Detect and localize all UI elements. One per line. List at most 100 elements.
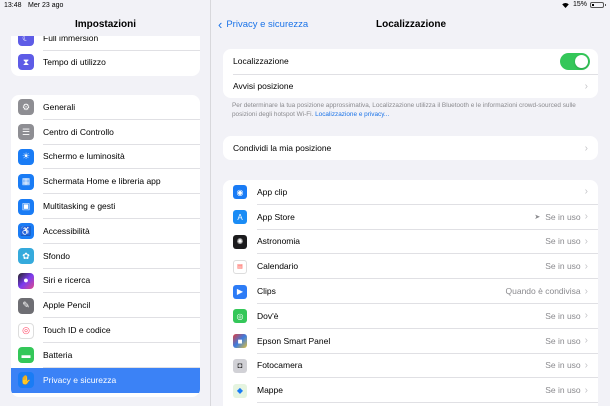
sidebar-item-apple-pencil[interactable]: ✎ Apple Pencil — [11, 293, 200, 319]
app-row-clips[interactable]: ▶ Clips Quando è condivisa › — [223, 279, 598, 304]
sidebar-item-label: Tempo di utilizzo — [43, 57, 106, 68]
sidebar-item-touch-id[interactable]: ◎ Touch ID e codice — [11, 318, 200, 343]
sidebar-item-label: Privacy e sicurezza — [43, 375, 117, 386]
app-row-astronomy[interactable]: ✺ Astronomia Se in uso › — [223, 230, 598, 255]
chevron-right-icon: › — [584, 304, 598, 329]
sidebar-item-label: Schermata Home e libreria app — [43, 169, 200, 195]
app-row-epson[interactable]: ■ Epson Smart Panel Se in uso › — [223, 329, 598, 354]
accessibility-icon: ♿ — [18, 223, 34, 240]
sidebar-item-privacy[interactable]: ✋ Privacy e sicurezza — [11, 367, 200, 393]
app-permission: Se in uso — [545, 304, 585, 329]
app-name: Dov'è — [257, 304, 546, 329]
astronomy-icon: ✺ — [233, 234, 247, 249]
battery-fill — [592, 3, 594, 6]
app-permission: Se in uso — [545, 329, 585, 354]
share-location-card: Condividi la mia posizione › — [223, 136, 598, 160]
chevron-right-icon: › — [584, 142, 588, 154]
sidebar-title: Impostazioni — [74, 19, 137, 30]
sidebar-item-multitasking[interactable]: ▣ Multitasking e gesti — [11, 194, 200, 219]
chevron-right-icon: › — [584, 180, 598, 205]
sidebar-item-label: Schermo e luminosità — [43, 145, 200, 170]
app-name: Calendario — [257, 254, 546, 280]
sidebar-item-label: Sfondo — [43, 244, 200, 269]
multitasking-icon: ▣ — [18, 198, 34, 215]
sidebar-item-home-screen[interactable]: ▦ Schermata Home e libreria app — [11, 169, 200, 195]
sidebar-item-label: Full immersion — [43, 36, 200, 51]
sidebar-group-top: ☾ Full immersion ⧗ Tempo di utilizzo — [11, 36, 200, 76]
app-permission: Quando è condivisa — [505, 279, 585, 304]
sidebar-item-control-center[interactable]: ☰ Centro di Controllo — [11, 120, 200, 145]
battery-icon: ▬ — [18, 347, 34, 364]
sidebar-item-screen-time[interactable]: ⧗ Tempo di utilizzo — [11, 50, 200, 75]
app-row-calendar[interactable]: ▤ Calendario Se in uso › — [223, 254, 598, 280]
location-footnote: Per determinare la tua posizione appross… — [232, 102, 592, 120]
sidebar-item-accessibility[interactable]: ♿ Accessibilità — [11, 219, 200, 244]
sidebar-item-general[interactable]: ⚙ Generali — [11, 95, 200, 120]
app-name: Epson Smart Panel — [257, 329, 546, 354]
wallpaper-icon: ✿ — [18, 248, 34, 265]
sidebar-item-label: Accessibilità — [43, 219, 200, 244]
find-my-icon: ◎ — [233, 309, 247, 324]
sidebar-item-wallpaper[interactable]: ✿ Sfondo — [11, 244, 200, 269]
chevron-right-icon: › — [584, 354, 598, 379]
sidebar-item-label: Multitasking e gesti — [43, 194, 200, 219]
chevron-right-icon: › — [584, 378, 598, 404]
app-permission: Se in uso — [545, 254, 585, 280]
app-name: Clips — [257, 279, 506, 304]
app-permission: Se in uso — [545, 378, 585, 404]
sidebar-group-main: ⚙ Generali ☰ Centro di Controllo ☀ Scher… — [11, 95, 200, 397]
moon-icon: ☾ — [18, 36, 34, 47]
battery-percent: 15% — [572, 1, 587, 8]
control-center-icon: ☰ — [18, 124, 34, 141]
app-row-app-clip[interactable]: ◉ App clip › — [223, 180, 598, 205]
app-name: Astronomia — [257, 230, 546, 255]
home-screen-icon: ▦ — [18, 173, 34, 190]
location-arrow-icon: ➤ — [534, 213, 541, 221]
fingerprint-icon: ◎ — [18, 322, 34, 339]
clips-icon: ▶ — [233, 284, 247, 299]
toggle-knob — [575, 54, 588, 68]
app-row-camera[interactable]: ◘ Fotocamera Se in uso › — [223, 354, 598, 379]
app-name: App Store — [257, 205, 535, 230]
app-row-maps[interactable]: ◆ Mappe Se in uso › — [223, 378, 598, 404]
app-permission: Se in uso — [545, 230, 585, 255]
footnote-text: Per determinare la tua posizione appross… — [232, 102, 576, 118]
location-services-label: Localizzazione — [233, 56, 289, 67]
sidebar-item-siri[interactable]: ● Siri e ricerca — [11, 269, 200, 294]
sidebar-item-label: Generali — [43, 95, 200, 120]
app-row-find-my[interactable]: ◎ Dov'è Se in uso › — [223, 304, 598, 329]
status-bar: 13:48 Mer 23 ago 15% — [0, 0, 610, 12]
brightness-icon: ☀ — [18, 148, 34, 165]
location-services-toggle[interactable] — [560, 52, 590, 70]
chevron-right-icon: › — [584, 279, 598, 304]
location-services-card: Localizzazione Avvisi posizione › — [223, 49, 598, 98]
location-alerts-row[interactable]: Avvisi posizione › — [223, 74, 598, 98]
sidebar-item-focus[interactable]: ☾ Full immersion — [11, 36, 200, 51]
privacy-link[interactable]: Localizzazione e privacy... — [315, 111, 389, 118]
app-permission-wrap: ➤ Se in uso — [534, 205, 585, 230]
sidebar-item-label: Batteria — [43, 343, 200, 368]
status-right: 15% — [561, 1, 606, 8]
sidebar-item-label: Apple Pencil — [43, 293, 200, 319]
detail-pane: ‹ Privacy e sicurezza Localizzazione Loc… — [212, 0, 610, 406]
sidebar-item-battery[interactable]: ▬ Batteria — [11, 343, 200, 368]
chevron-right-icon: › — [584, 80, 588, 92]
epson-icon: ■ — [233, 334, 247, 349]
app-name: Mappe — [257, 378, 546, 404]
chevron-right-icon: › — [584, 254, 598, 280]
wifi-icon — [561, 1, 570, 8]
sidebar-item-label: Centro di Controllo — [43, 120, 200, 145]
apps-list: ◉ App clip › A App Store ➤ Se in uso › ✺ … — [223, 180, 598, 406]
camera-icon: ◘ — [233, 358, 247, 373]
share-location-row[interactable]: Condividi la mia posizione › — [223, 136, 598, 160]
app-clip-icon: ◉ — [233, 185, 247, 200]
maps-icon: ◆ — [233, 383, 247, 398]
status-time: 13:48 — [4, 2, 22, 9]
hourglass-icon: ⧗ — [18, 54, 34, 71]
chevron-right-icon: › — [584, 205, 598, 230]
sidebar-item-display[interactable]: ☀ Schermo e luminosità — [11, 145, 200, 170]
app-store-icon: A — [233, 210, 247, 225]
app-row-app-store[interactable]: A App Store ➤ Se in uso › — [223, 205, 598, 230]
gear-icon: ⚙ — [18, 99, 34, 116]
app-permission: Se in uso — [545, 211, 581, 222]
